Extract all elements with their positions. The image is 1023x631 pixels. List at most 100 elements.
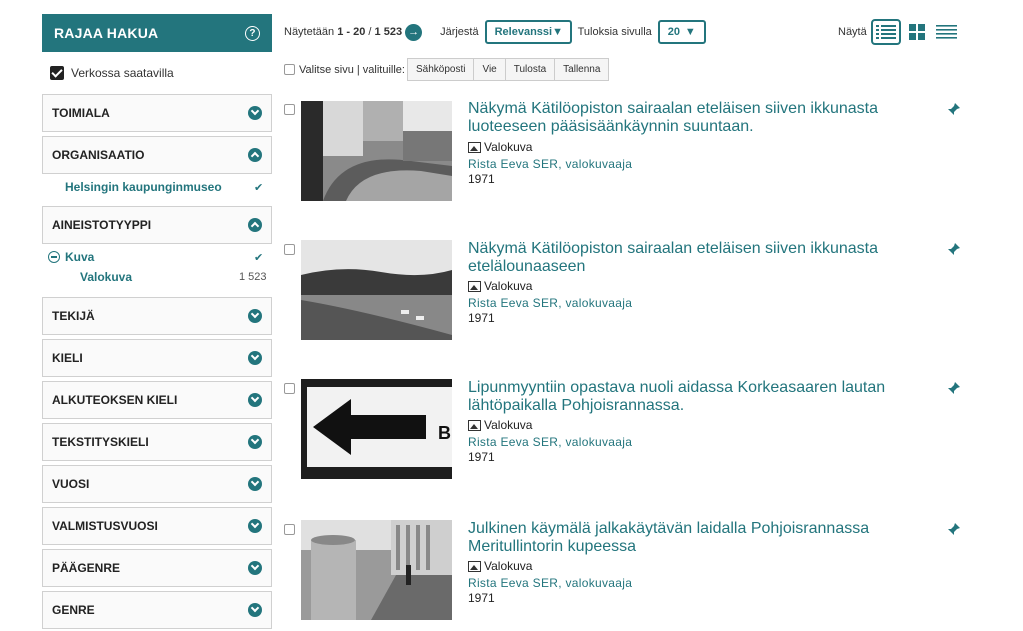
compact-list-view-icon[interactable] <box>936 25 957 39</box>
per-page-select[interactable]: 20 ▼ <box>657 20 706 44</box>
chevron-down-icon <box>248 393 262 407</box>
result-thumbnail[interactable] <box>301 101 452 201</box>
facet-kieli[interactable]: KIELI <box>42 339 272 377</box>
online-available-label: Verkossa saatavilla <box>71 66 174 80</box>
result-author-link[interactable]: Rista Eeva SER, valokuvaaja <box>468 576 632 590</box>
facet-value-kuva[interactable]: Kuva <box>65 250 94 264</box>
facet-tekija[interactable]: TEKIJÄ <box>42 297 272 335</box>
chevron-down-icon <box>248 561 262 575</box>
select-page-checkbox[interactable] <box>284 64 295 75</box>
bulk-button-group: Sähköposti Vie Tulosta Tallenna <box>406 58 610 81</box>
facet-value-helsingin-kaupunginmuseo[interactable]: Helsingin kaupunginmuseo <box>65 180 222 194</box>
arrow-right-icon[interactable]: → <box>405 23 423 41</box>
result-checkbox[interactable] <box>284 244 295 255</box>
result-range: 1 - 20 <box>337 26 366 38</box>
result-title-link[interactable]: Näkymä Kätilöopiston sairaalan eteläisen… <box>468 240 946 276</box>
facet-organisaatio[interactable]: ORGANISAATIO <box>42 136 272 174</box>
result-format: Valokuva <box>468 559 532 573</box>
view-list-button[interactable] <box>871 19 901 45</box>
result-author-link[interactable]: Rista Eeva SER, valokuvaaja <box>468 157 632 171</box>
format-label: Valokuva <box>484 279 533 293</box>
facet-valmistusvuosi[interactable]: VALMISTUSVUOSI <box>42 507 272 545</box>
print-button[interactable]: Tulosta <box>504 58 556 81</box>
bulk-label: Valitse sivu | valituille: <box>299 63 405 76</box>
facet-label: VALMISTUSVUOSI <box>52 519 158 533</box>
facet-toimiala[interactable]: TOIMIALA <box>42 94 272 132</box>
sign-letter: B <box>438 423 451 443</box>
result-year: 1971 <box>468 311 495 325</box>
result-thumbnail[interactable] <box>301 520 452 620</box>
facet-label: VUOSI <box>52 477 90 491</box>
sidebar-header: RAJAA HAKUA ? <box>42 14 272 52</box>
result-year: 1971 <box>468 450 495 464</box>
facet-genre[interactable]: GENRE <box>42 591 272 629</box>
result-checkbox[interactable] <box>284 524 295 535</box>
image-icon <box>468 560 481 572</box>
result-title-link[interactable]: Lipunmyyntiin opastava nuoli aidassa Kor… <box>468 379 946 415</box>
result-year: 1971 <box>468 591 495 605</box>
image-icon <box>468 141 481 153</box>
result-checkbox[interactable] <box>284 104 295 115</box>
result-total: 1 523 <box>374 26 403 38</box>
check-icon: ✔ <box>254 182 264 194</box>
check-icon: ✔ <box>254 252 264 264</box>
chevron-down-icon <box>248 309 262 323</box>
facet-label: ORGANISAATIO <box>52 148 145 162</box>
facet-value-valokuva[interactable]: Valokuva <box>80 270 132 284</box>
save-button[interactable]: Tallenna <box>554 58 610 81</box>
result-thumbnail[interactable]: B <box>301 379 452 479</box>
range-separator: / <box>368 26 372 38</box>
sort-select[interactable]: Relevanssi ▼ <box>484 20 572 44</box>
per-page-label: Tuloksia sivulla <box>577 26 652 38</box>
facet-alkuteoksen-kieli[interactable]: ALKUTEOKSEN KIELI <box>42 381 272 419</box>
result-year: 1971 <box>468 172 495 186</box>
per-page-value: 20 <box>667 26 681 38</box>
help-icon[interactable]: ? <box>245 25 260 41</box>
sort-value: Relevanssi <box>494 26 553 38</box>
caret-down-icon: ▼ <box>552 26 563 38</box>
chevron-down-icon <box>248 603 262 617</box>
sidebar-title: RAJAA HAKUA <box>54 25 159 41</box>
online-available-checkbox[interactable] <box>50 66 64 80</box>
email-button[interactable]: Sähköposti <box>406 58 475 81</box>
export-button[interactable]: Vie <box>473 58 506 81</box>
caret-down-icon: ▼ <box>684 26 696 38</box>
chevron-up-icon <box>248 148 262 162</box>
result-author-link[interactable]: Rista Eeva SER, valokuvaaja <box>468 296 632 310</box>
facet-paagenre[interactable]: PÄÄGENRE <box>42 549 272 587</box>
list-view-icon <box>876 25 896 39</box>
facet-label: ALKUTEOKSEN KIELI <box>52 393 178 407</box>
chevron-down-icon <box>248 106 262 120</box>
pin-icon[interactable] <box>947 522 961 536</box>
facet-aineistotyyppi[interactable]: AINEISTOTYYPPI <box>42 206 272 244</box>
facet-label: PÄÄGENRE <box>52 561 121 575</box>
result-title-link[interactable]: Julkinen käymälä jalkakäytävän laidalla … <box>468 520 946 556</box>
grid-view-icon[interactable] <box>909 24 925 40</box>
result-thumbnail[interactable] <box>301 240 452 340</box>
bulk-actions: Valitse sivu | valituille: Sähköposti Vi… <box>284 58 610 81</box>
chevron-down-icon <box>248 477 262 491</box>
filter-sidebar: RAJAA HAKUA ? Verkossa saatavilla <box>42 14 272 94</box>
result-title-link[interactable]: Näkymä Kätilöopiston sairaalan eteläisen… <box>468 100 946 136</box>
sort-label: Järjestä <box>440 26 479 38</box>
image-icon <box>468 419 481 431</box>
facet-label: GENRE <box>52 603 95 617</box>
facet-label: KIELI <box>52 351 83 365</box>
facet-vuosi[interactable]: VUOSI <box>42 465 272 503</box>
image-icon <box>468 280 481 292</box>
collapse-minus-icon[interactable] <box>48 251 60 263</box>
result-format: Valokuva <box>468 418 532 432</box>
view-label: Näytä <box>838 26 867 38</box>
facet-count: 1 523 <box>239 271 267 283</box>
result-checkbox[interactable] <box>284 383 295 394</box>
result-author-link[interactable]: Rista Eeva SER, valokuvaaja <box>468 435 632 449</box>
chevron-down-icon <box>248 519 262 533</box>
pin-icon[interactable] <box>947 102 961 116</box>
format-label: Valokuva <box>484 559 533 573</box>
online-available-filter[interactable]: Verkossa saatavilla <box>42 52 272 94</box>
facet-tekstityskieli[interactable]: TEKSTITYSKIELI <box>42 423 272 461</box>
facet-label: TOIMIALA <box>52 106 110 120</box>
pin-icon[interactable] <box>947 381 961 395</box>
pin-icon[interactable] <box>947 242 961 256</box>
format-label: Valokuva <box>484 140 533 154</box>
